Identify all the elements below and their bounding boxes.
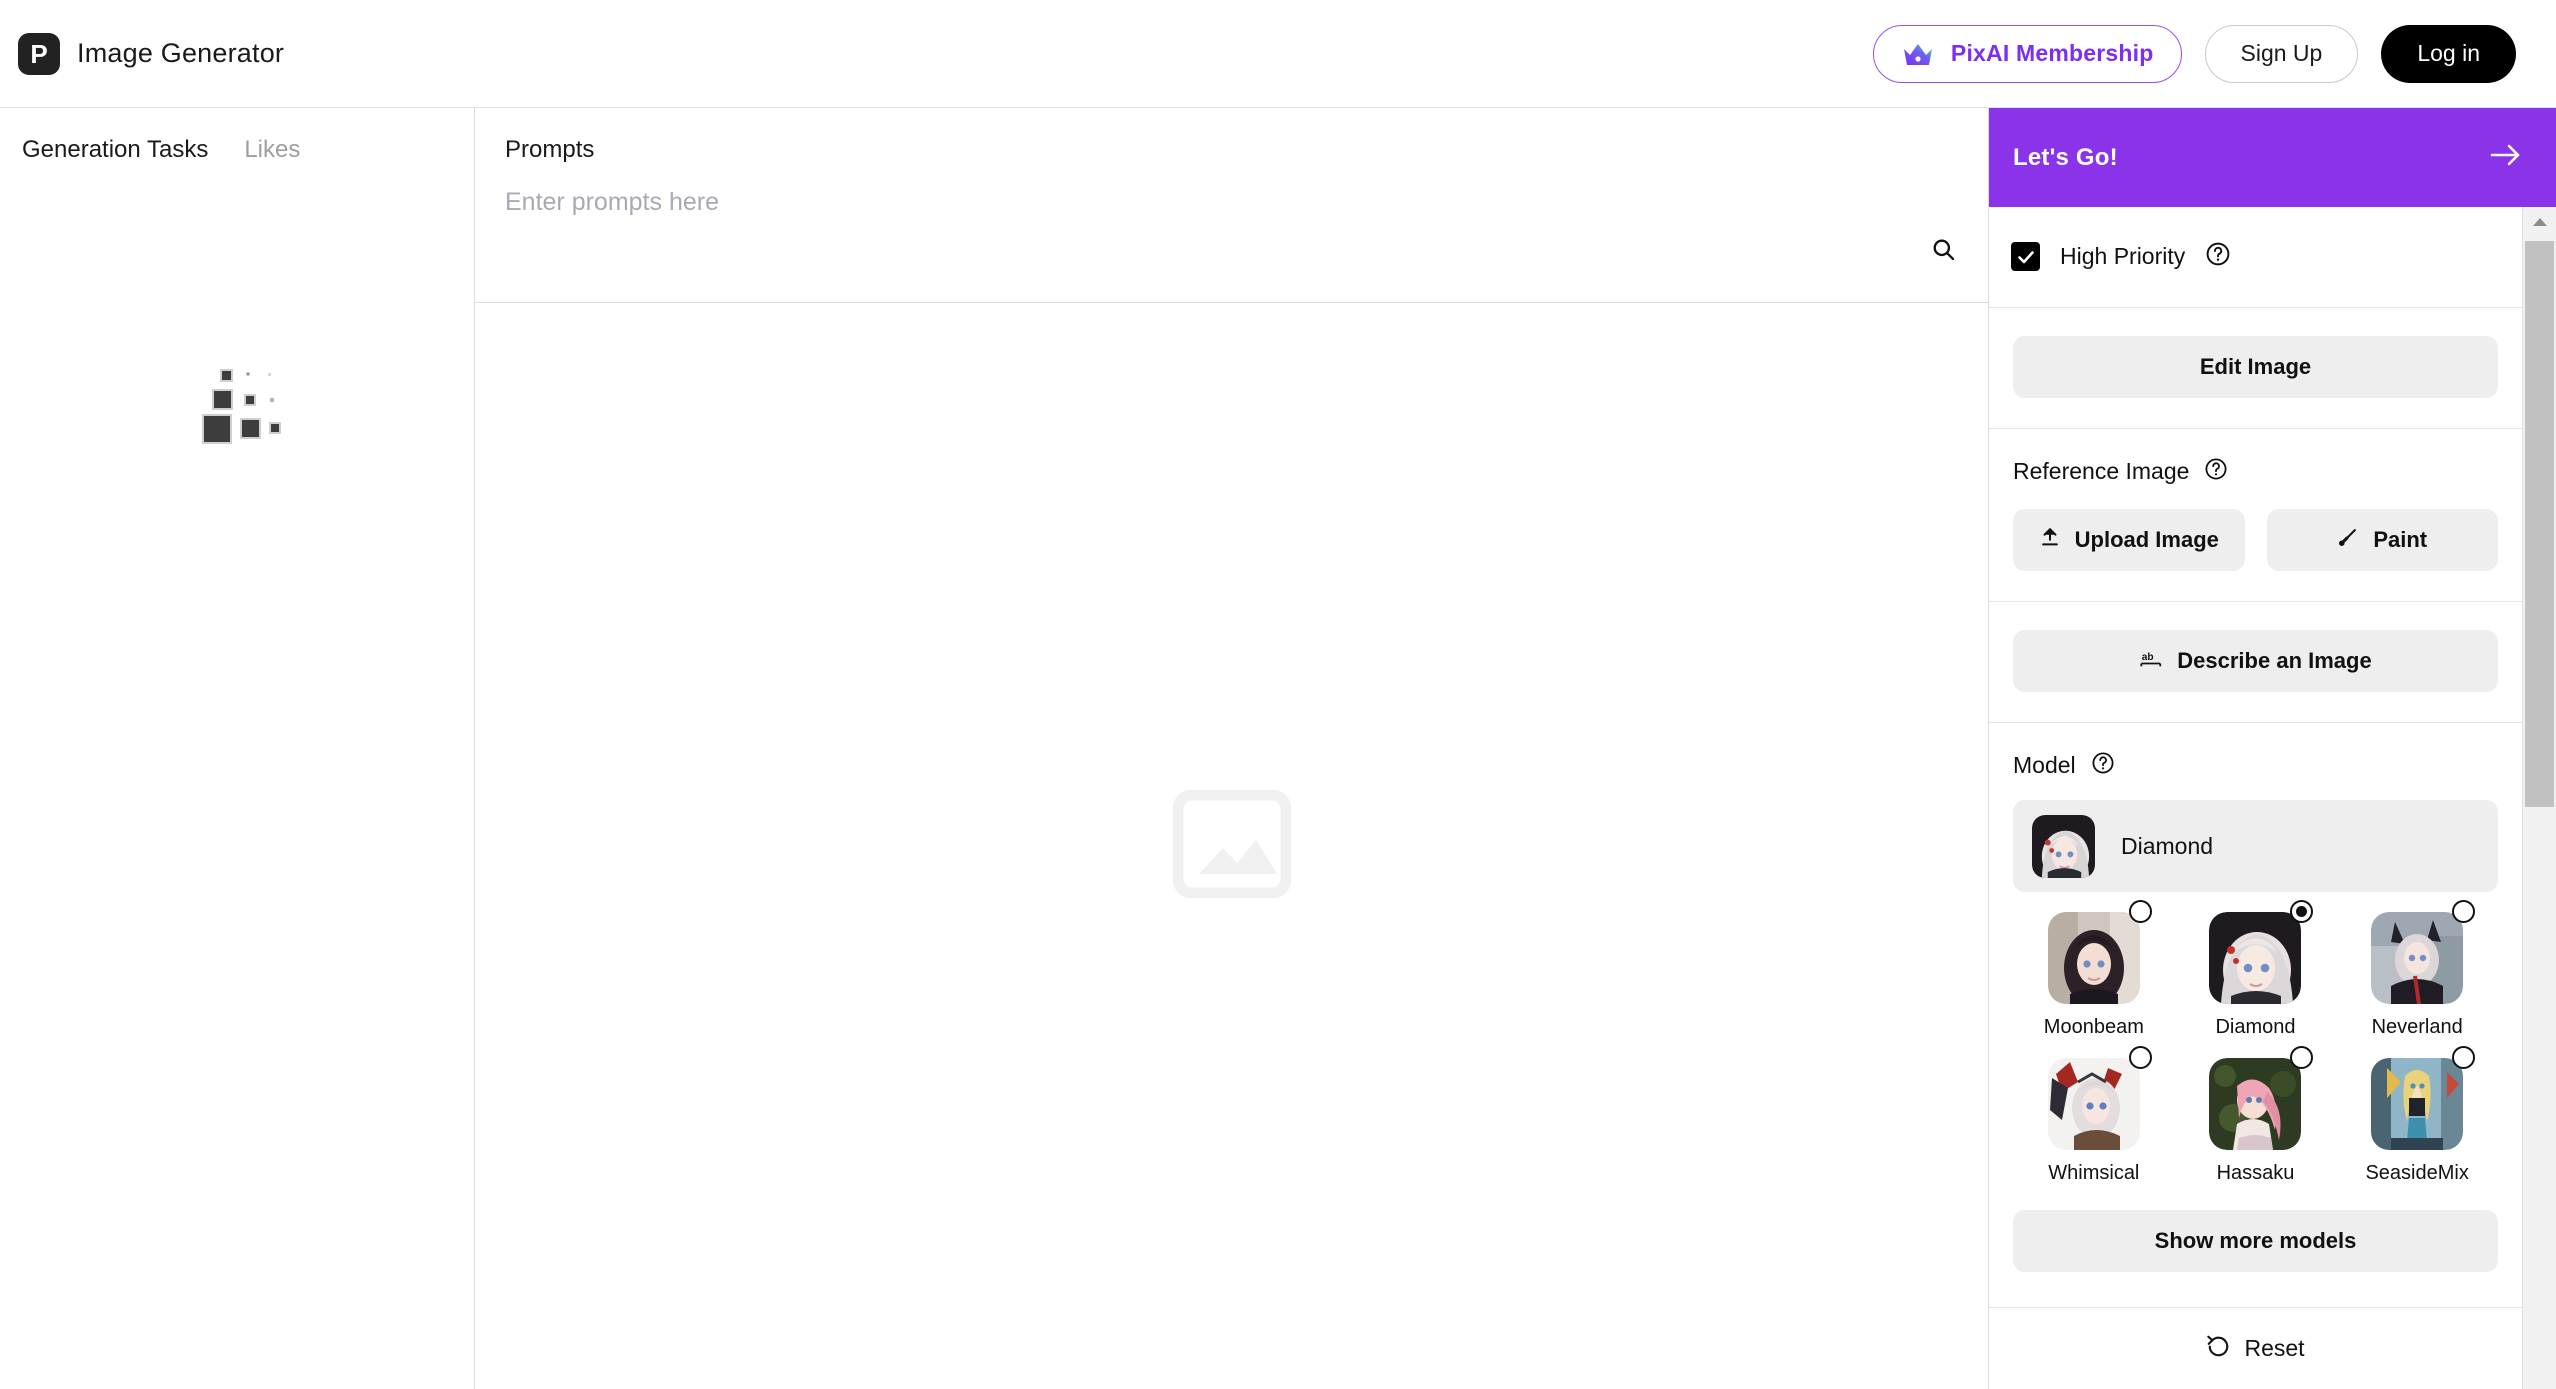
scrollbar-thumb[interactable]: [2525, 241, 2554, 807]
body-row: Generation Tasks Likes Prompts Enter pro…: [0, 108, 2556, 1389]
model-radio-hassaku[interactable]: [2290, 1046, 2314, 1069]
model-label-diamond: Diamond: [2215, 1016, 2296, 1038]
ab-text-icon: ab: [2139, 648, 2163, 674]
model-option-moonbeam[interactable]: Moonbeam: [2013, 900, 2175, 1038]
scrollbar-up-arrow-icon[interactable]: [2523, 207, 2556, 237]
model-option-neverland[interactable]: Neverland: [2336, 900, 2498, 1038]
model-thumbnail-moonbeam: [2047, 912, 2140, 1004]
model-thumb-wrap: [2047, 1046, 2152, 1150]
search-button[interactable]: [1920, 228, 1966, 274]
arrow-right-icon: [2489, 142, 2523, 173]
model-option-seasidemix[interactable]: SeasideMix: [2336, 1046, 2498, 1184]
model-thumb-wrap: [2047, 900, 2152, 1004]
model-thumb-wrap: [2209, 900, 2314, 1004]
selected-model-card[interactable]: Diamond: [2013, 800, 2498, 892]
describe-image-block: ab Describe an Image: [1989, 602, 2522, 722]
page-title: Image Generator: [77, 38, 285, 68]
tab-generation-tasks[interactable]: Generation Tasks: [22, 136, 208, 164]
model-header: Model: [2013, 751, 2498, 780]
log-in-button[interactable]: Log in: [2381, 24, 2516, 83]
settings-scroll-area: High Priority Edit Image Reference Image…: [1989, 207, 2556, 1307]
app-root: P Image Generator PixAI Membership Sign …: [0, 0, 2556, 1389]
lets-go-label: Let's Go!: [2013, 143, 2118, 171]
high-priority-row[interactable]: High Priority: [1989, 207, 2522, 307]
model-radio-whimsical[interactable]: [2128, 1046, 2152, 1069]
edit-image-block: Edit Image: [1989, 308, 2522, 428]
reference-image-header: Reference Image: [2013, 457, 2498, 486]
model-thumbnail-hassaku: [2209, 1058, 2302, 1150]
describe-an-image-label: Describe an Image: [2177, 648, 2372, 673]
help-circle-icon[interactable]: [2091, 751, 2115, 780]
model-thumbnail-whimsical: [2047, 1058, 2140, 1150]
model-block: Model Diamond Moonbeam Diamond Neverland…: [1989, 723, 2522, 1302]
rotate-ccw-icon: [2206, 1334, 2231, 1364]
selected-model-name: Diamond: [2121, 832, 2214, 859]
show-more-models-button[interactable]: Show more models: [2013, 1210, 2498, 1272]
svg-text:ab: ab: [2142, 652, 2154, 663]
model-label-whimsical: Whimsical: [2048, 1162, 2140, 1184]
model-thumb-wrap: [2371, 1046, 2476, 1150]
model-label-moonbeam: Moonbeam: [2043, 1016, 2144, 1038]
pixai-logo-icon: P: [18, 32, 60, 75]
lets-go-button[interactable]: Let's Go!: [1989, 108, 2556, 207]
model-label-seasidemix: SeasideMix: [2365, 1162, 2469, 1184]
model-thumbnail-neverland: [2371, 912, 2464, 1004]
sign-up-button[interactable]: Sign Up: [2204, 24, 2359, 83]
model-thumb-wrap: [2371, 900, 2476, 1004]
sidebar-tabs: Generation Tasks Likes: [0, 108, 474, 164]
reset-button[interactable]: Reset: [1989, 1307, 2556, 1389]
paintbrush-icon: [2337, 526, 2359, 554]
search-icon: [1930, 236, 1957, 266]
brand[interactable]: P Image Generator: [18, 32, 285, 75]
model-thumb-wrap: [2209, 1046, 2314, 1150]
model-radio-neverland[interactable]: [2452, 900, 2476, 923]
reference-image-block: Reference Image Upload Image Paint: [1989, 429, 2522, 601]
describe-an-image-button[interactable]: ab Describe an Image: [2013, 630, 2498, 692]
model-label-hassaku: Hassaku: [2216, 1162, 2295, 1184]
model-thumbnail-seasidemix: [2371, 1058, 2464, 1150]
center-column: Prompts: [475, 108, 1988, 1389]
result-canvas: [475, 303, 1988, 1389]
settings-panel: Let's Go! High Priority Edit Image Refer…: [1988, 108, 2556, 1389]
upload-icon: [2039, 526, 2061, 554]
model-option-hassaku[interactable]: Hassaku: [2175, 1046, 2337, 1184]
model-thumbnail-diamond: [2032, 814, 2095, 878]
left-sidebar: Generation Tasks Likes: [0, 108, 475, 1389]
help-circle-icon[interactable]: [2204, 457, 2228, 486]
generation-tasks-list: [0, 164, 474, 1389]
reference-image-title: Reference Image: [2013, 458, 2190, 484]
reference-image-actions: Upload Image Paint: [2013, 509, 2498, 571]
loading-spinner-icon: [200, 369, 281, 444]
prompt-panel: Prompts: [475, 108, 1988, 303]
upload-image-button[interactable]: Upload Image: [2013, 509, 2245, 571]
app-header: P Image Generator PixAI Membership Sign …: [0, 0, 2556, 108]
paint-label: Paint: [2373, 527, 2428, 552]
model-option-whimsical[interactable]: Whimsical: [2013, 1046, 2175, 1184]
help-circle-icon[interactable]: [2205, 241, 2231, 272]
crown-icon: [1901, 39, 1935, 69]
model-grid: Moonbeam Diamond Neverland Whimsical Has…: [2013, 900, 2498, 1184]
high-priority-label: High Priority: [2060, 243, 2186, 269]
settings-scrollbar[interactable]: [2522, 207, 2556, 1389]
prompt-input[interactable]: [505, 188, 1958, 217]
pixai-membership-button[interactable]: PixAI Membership: [1872, 24, 2182, 83]
model-label-neverland: Neverland: [2371, 1016, 2463, 1038]
model-title: Model: [2013, 752, 2076, 778]
pixai-membership-label: PixAI Membership: [1950, 40, 2154, 66]
prompts-label: Prompts: [505, 136, 595, 163]
model-thumbnail-diamond: [2209, 912, 2302, 1004]
paint-button[interactable]: Paint: [2266, 509, 2498, 571]
header-actions: PixAI Membership Sign Up Log in: [1872, 24, 2516, 83]
tab-likes[interactable]: Likes: [244, 136, 300, 164]
edit-image-button[interactable]: Edit Image: [2013, 336, 2498, 398]
model-option-diamond[interactable]: Diamond: [2175, 900, 2337, 1038]
image-placeholder-icon: [1172, 789, 1291, 903]
high-priority-checkbox[interactable]: [2011, 242, 2040, 271]
upload-image-label: Upload Image: [2074, 527, 2219, 552]
model-radio-diamond[interactable]: [2290, 900, 2314, 923]
model-radio-moonbeam[interactable]: [2128, 900, 2152, 923]
reset-label: Reset: [2244, 1335, 2305, 1361]
model-radio-seasidemix[interactable]: [2452, 1046, 2476, 1069]
